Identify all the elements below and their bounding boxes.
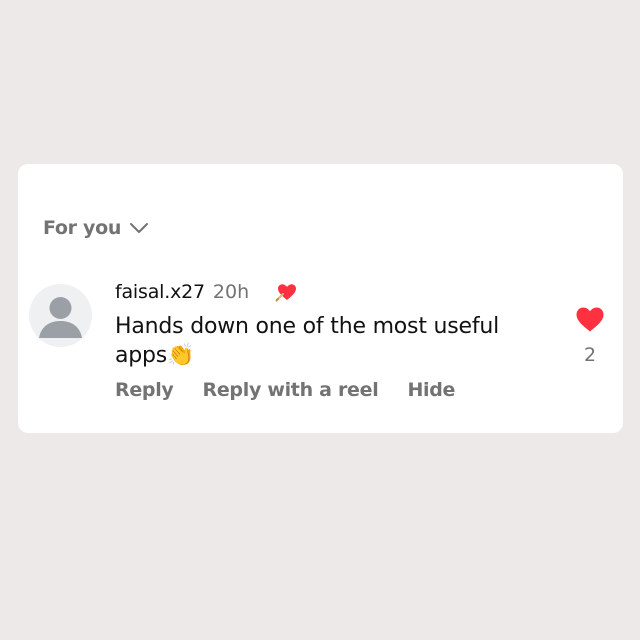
- like-column: 2: [574, 306, 606, 366]
- default-avatar-icon: [39, 297, 82, 338]
- comment-text: Hands down one of the most useful apps👏: [115, 314, 500, 368]
- reply-button[interactable]: Reply: [115, 379, 174, 401]
- avatar[interactable]: [29, 284, 92, 347]
- creator-liked-heart-icon: [275, 282, 297, 302]
- chevron-down-icon: [129, 221, 149, 235]
- sort-label: For you: [43, 217, 122, 239]
- reply-with-reel-button[interactable]: Reply with a reel: [203, 379, 379, 401]
- comment-actions: Reply Reply with a reel Hide: [115, 379, 555, 401]
- heart-filled-icon[interactable]: [575, 306, 605, 333]
- comment-body: faisal.x27 20h Hands down one of the mos…: [115, 278, 555, 401]
- like-count: 2: [583, 344, 597, 366]
- username[interactable]: faisal.x27: [115, 281, 205, 303]
- comment-meta: faisal.x27 20h: [115, 278, 555, 306]
- sort-dropdown[interactable]: For you: [43, 216, 149, 240]
- timestamp: 20h: [212, 281, 250, 303]
- comment-card: For you faisal.x27 20h Hands down one of…: [18, 164, 623, 433]
- hide-button[interactable]: Hide: [407, 379, 455, 401]
